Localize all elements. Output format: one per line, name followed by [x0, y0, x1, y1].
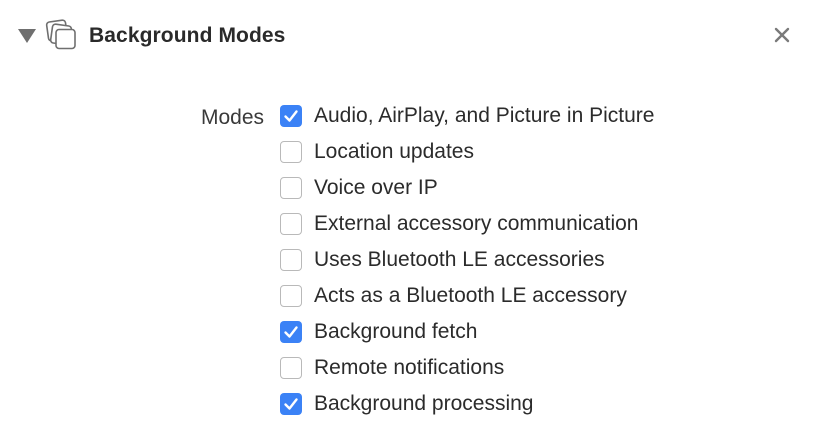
- option-label: Voice over IP: [314, 176, 438, 199]
- option-label: Background fetch: [314, 320, 478, 343]
- mode-option-remote-notifications[interactable]: Remote notifications: [280, 352, 800, 388]
- close-icon[interactable]: [771, 24, 793, 46]
- checkbox[interactable]: [280, 213, 302, 235]
- option-label: Acts as a Bluetooth LE accessory: [314, 284, 627, 307]
- checkbox[interactable]: [280, 105, 302, 127]
- modes-label: Modes: [200, 106, 264, 129]
- background-modes-panel: Background Modes Modes Audio, AirPlay, a…: [0, 0, 822, 434]
- option-label: Uses Bluetooth LE accessories: [314, 248, 605, 271]
- mode-option-background-fetch[interactable]: Background fetch: [280, 316, 800, 352]
- mode-option-external-accessory[interactable]: External accessory communication: [280, 208, 800, 244]
- mode-option-uses-bluetooth-le[interactable]: Uses Bluetooth LE accessories: [280, 244, 800, 280]
- option-label: Background processing: [314, 392, 534, 415]
- section-title: Background Modes: [89, 24, 286, 47]
- checkbox[interactable]: [280, 357, 302, 379]
- option-label: Location updates: [314, 140, 474, 163]
- checkbox[interactable]: [280, 321, 302, 343]
- mode-option-background-processing[interactable]: Background processing: [280, 388, 800, 424]
- checkbox[interactable]: [280, 285, 302, 307]
- mode-option-voice-over-ip[interactable]: Voice over IP: [280, 172, 800, 208]
- option-label: Audio, AirPlay, and Picture in Picture: [314, 104, 655, 127]
- checkmark-icon: [284, 326, 298, 338]
- stacked-windows-icon: [45, 18, 79, 52]
- checkbox[interactable]: [280, 141, 302, 163]
- mode-option-location-updates[interactable]: Location updates: [280, 136, 800, 172]
- mode-option-audio[interactable]: Audio, AirPlay, and Picture in Picture: [280, 100, 800, 136]
- mode-option-acts-as-bluetooth-le[interactable]: Acts as a Bluetooth LE accessory: [280, 280, 800, 316]
- checkbox[interactable]: [280, 249, 302, 271]
- checkmark-icon: [284, 398, 298, 410]
- option-label: External accessory communication: [314, 212, 639, 235]
- modes-options-list: Audio, AirPlay, and Picture in Picture L…: [280, 100, 800, 424]
- checkbox[interactable]: [280, 177, 302, 199]
- checkbox[interactable]: [280, 393, 302, 415]
- checkmark-icon: [284, 110, 298, 122]
- section-header: Background Modes: [0, 0, 822, 72]
- disclosure-triangle-icon[interactable]: [17, 28, 37, 44]
- option-label: Remote notifications: [314, 356, 505, 379]
